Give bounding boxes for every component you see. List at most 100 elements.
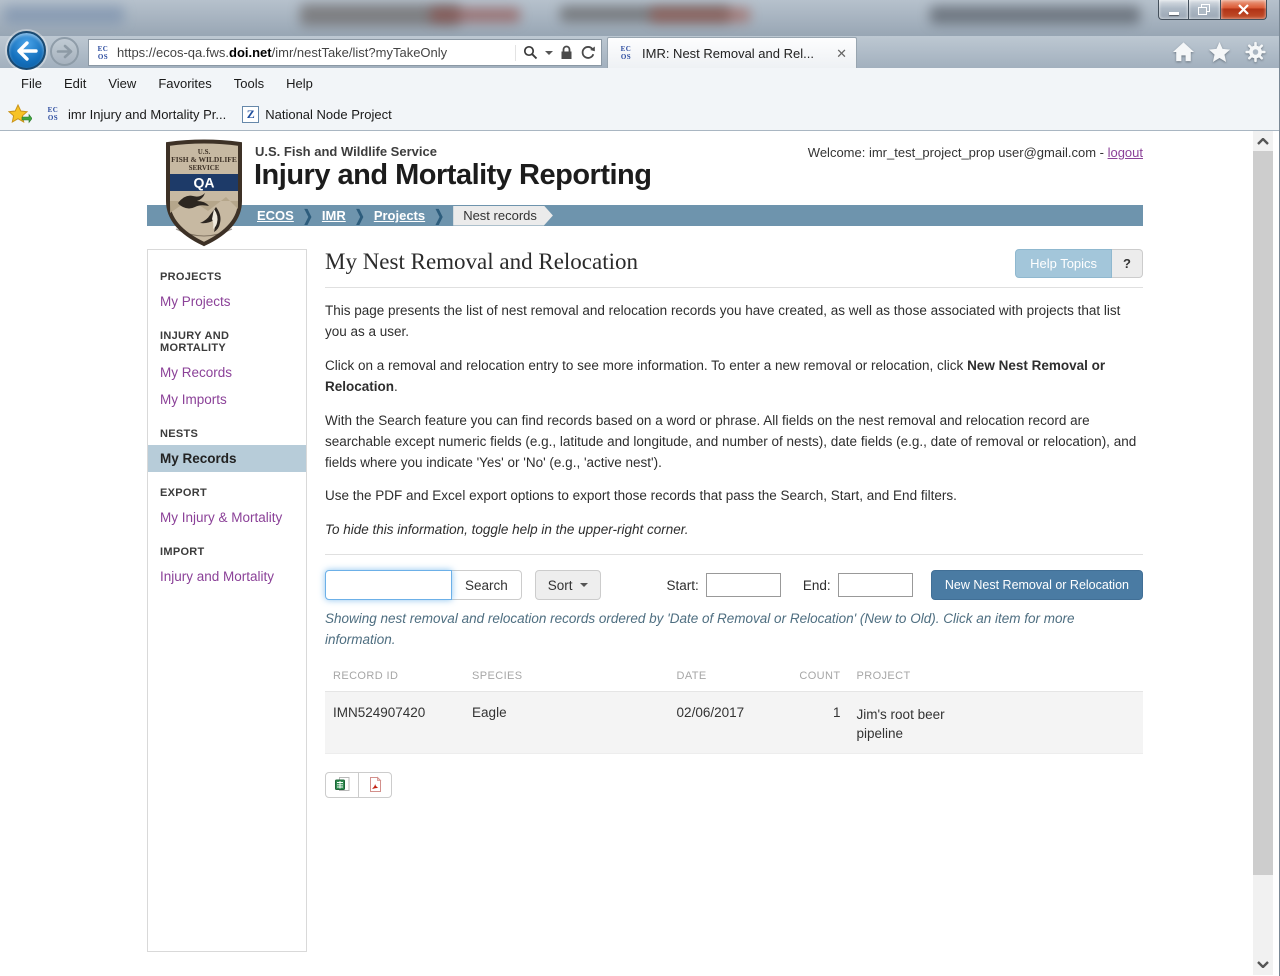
window-titlebar [0,0,1279,36]
back-arrow-icon [16,40,38,61]
sidebar-item-im-my-records[interactable]: My Records [148,359,306,386]
intro-paragraph-4: Use the PDF and Excel export options to … [325,488,957,504]
ecos-favicon: EC OS [620,45,632,61]
help-toggle-button[interactable]: ? [1112,249,1143,278]
add-favorite-icon[interactable] [8,103,32,125]
cell-count[interactable]: 1 [791,691,849,754]
sort-button[interactable]: Sort [534,570,601,601]
menu-edit[interactable]: Edit [53,72,97,95]
column-header-count: COUNT [791,661,849,692]
scroll-down-icon[interactable] [1253,955,1273,973]
sidebar-item-import-injury-mortality[interactable]: Injury and Mortality [148,563,306,590]
sidebar-section-export: EXPORT [160,487,208,499]
menu-bar: File Edit View Favorites Tools Help [0,68,1279,98]
restore-button[interactable] [1189,0,1221,20]
sidebar-section-injury-and-mortality: INJURY AND MORTALITY [160,330,230,354]
background-blur [4,6,124,24]
background-blur [430,8,520,22]
column-header-date: DATE [668,661,792,692]
search-input[interactable] [325,570,452,601]
site-header: U.S. FISH & WILDLIFE SERVICE QA U.S. Fis… [147,131,1143,247]
cell-date[interactable]: 02/06/2017 [668,691,792,754]
search-dropdown-icon[interactable] [545,50,553,55]
breadcrumb-imr[interactable]: IMR [322,208,346,223]
divider [325,287,1143,288]
chevron-right-icon: ❯ [302,206,313,225]
cell-record-id[interactable]: IMN524907420 [325,691,465,754]
export-excel-button[interactable] [325,771,359,798]
home-icon[interactable] [1172,41,1195,63]
browser-navbar: EC OS https://ecos-qa.fws.doi.net/imr/ne… [0,31,1279,70]
export-pdf-button[interactable] [358,771,392,798]
column-header-project: PROJECT [848,661,1143,692]
back-button[interactable] [7,31,46,70]
z-favicon: Z [242,105,260,123]
sidebar-item-nests-my-records[interactable]: My Records [148,445,306,472]
menu-favorites[interactable]: Favorites [147,72,222,95]
end-date-input[interactable] [837,573,913,598]
svg-text:SERVICE: SERVICE [189,164,220,172]
cell-project[interactable]: Jim's root beer pipeline [848,691,1143,754]
caret-down-icon [579,583,588,588]
table-row[interactable]: IMN524907420 Eagle 02/06/2017 1 Jim's ro… [325,691,1143,754]
tab-title: IMR: Nest Removal and Rel... [642,45,814,61]
sidebar-item-my-projects[interactable]: My Projects [148,288,306,315]
vertical-scrollbar[interactable] [1253,131,1273,975]
start-date-input[interactable] [705,573,781,598]
breadcrumb-ecos[interactable]: ECOS [257,208,294,223]
tab-close-icon[interactable]: ✕ [836,47,847,60]
records-table: RECORD ID SPECIES DATE COUNT PROJECT IMN… [325,661,1143,754]
help-topics-button[interactable]: Help Topics [1015,249,1113,278]
browser-tab[interactable]: EC OS IMR: Nest Removal and Rel... ✕ [607,37,857,68]
intro-paragraph-3: With the Search feature you can find rec… [325,412,1137,470]
menu-tools[interactable]: Tools [223,72,275,95]
scrollbar-thumb[interactable] [1253,151,1273,875]
settings-gear-icon[interactable] [1244,41,1267,63]
restore-icon [1198,3,1210,15]
hide-info-note: To hide this information, toggle help in… [325,522,689,538]
new-nest-removal-button[interactable]: New Nest Removal or Relocation [930,570,1143,601]
favorite-bookmark-imr[interactable]: EC OS imr Injury and Mortality Pr... [40,104,230,124]
scroll-up-icon[interactable] [1253,132,1273,150]
pdf-export-icon [369,776,381,793]
main-content: My Nest Removal and Relocation Help Topi… [325,249,1143,798]
sidebar-section-import: IMPORT [160,546,205,558]
sidebar-section-nests: NESTS [160,428,199,440]
intro-paragraph-1: This page presents the list of nest remo… [325,303,1121,339]
favorites-star-icon[interactable] [1208,41,1231,63]
forward-button[interactable] [50,37,79,66]
filter-bar: Search Sort Start: End: New Nest Removal… [325,570,1143,601]
address-bar[interactable]: EC OS https://ecos-qa.fws.doi.net/imr/ne… [88,39,602,66]
refresh-icon[interactable] [580,45,596,61]
fws-qa-logo: U.S. FISH & WILDLIFE SERVICE QA [166,139,242,247]
favorite-bookmark-national-node[interactable]: Z National Node Project [238,104,395,125]
sidebar-item-export-injury-mortality[interactable]: My Injury & Mortality [148,504,306,531]
menu-help[interactable]: Help [275,72,324,95]
ecos-favicon: EC OS [97,44,109,61]
breadcrumb: ECOS ❯ IMR ❯ Projects ❯ Nest records [147,205,1143,226]
browser-window: EC OS https://ecos-qa.fws.doi.net/imr/ne… [0,0,1280,976]
url-text[interactable]: https://ecos-qa.fws.doi.net/imr/nestTake… [117,45,510,60]
minimize-button[interactable] [1158,0,1189,20]
close-button[interactable] [1221,0,1267,20]
menu-view[interactable]: View [97,72,147,95]
page-viewport: U.S. FISH & WILDLIFE SERVICE QA U.S. Fis… [0,131,1279,975]
sidebar-item-my-imports[interactable]: My Imports [148,386,306,413]
search-icon[interactable] [523,45,538,60]
favorites-bar: EC OS imr Injury and Mortality Pr... Z N… [0,98,1279,131]
welcome-text: Welcome: imr_test_project_prop user@gmai… [807,145,1143,160]
cell-species[interactable]: Eagle [464,691,669,754]
ecos-favicon: EC OS [47,106,59,122]
menu-file[interactable]: File [10,72,53,95]
forward-arrow-icon [56,44,73,59]
background-blur [930,6,1140,24]
breadcrumb-projects[interactable]: Projects [374,208,425,223]
chevron-right-icon: ❯ [434,206,445,225]
end-label: End: [802,577,831,593]
logout-link[interactable]: logout [1108,145,1143,160]
sidebar-section-projects: PROJECTS [160,271,222,283]
search-button[interactable]: Search [451,570,522,601]
app-title: Injury and Mortality Reporting [254,159,652,191]
lock-icon [561,45,572,59]
export-buttons [325,771,392,798]
